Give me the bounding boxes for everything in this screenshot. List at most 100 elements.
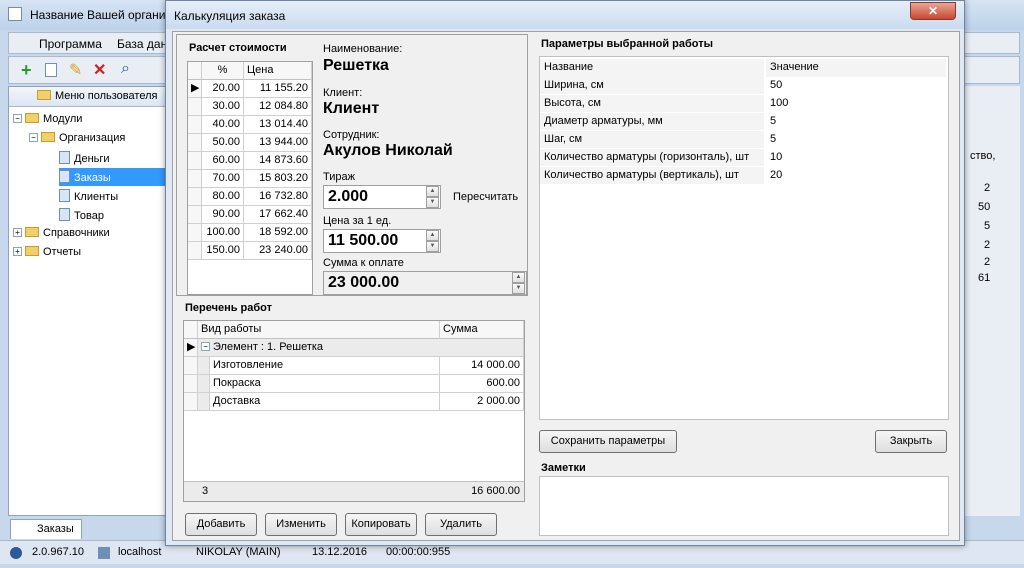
price-cell[interactable]: 13 944.00: [244, 134, 312, 152]
notes-label: Заметки: [541, 462, 586, 474]
name-label: Наименование:: [323, 43, 403, 55]
tree-item-references[interactable]: + Справочники: [13, 227, 110, 239]
menu-database[interactable]: База дан: [117, 37, 167, 51]
add-icon[interactable]: +: [21, 60, 32, 81]
employee-label: Сотрудник:: [323, 129, 380, 141]
percent-cell[interactable]: 60.00: [202, 152, 244, 170]
work-sum-cell[interactable]: 14 000.00: [440, 357, 524, 375]
price-down-icon[interactable]: ▼: [426, 241, 439, 252]
add-button[interactable]: Добавить: [185, 513, 257, 536]
grid-cell: 2: [984, 182, 991, 194]
param-value-cell[interactable]: 10: [766, 149, 886, 167]
percent-cell[interactable]: 90.00: [202, 206, 244, 224]
params-grid: Название Значение Ширина, см 50 Высота, см…: [539, 56, 949, 420]
price-cell[interactable]: 23 240.00: [244, 242, 312, 260]
tab-orders[interactable]: Заказы: [10, 519, 82, 539]
price-cell[interactable]: 11 155.20: [244, 80, 312, 98]
dialog-body: Расчет стоимости % Цена ▶ 20.00 11 155.20 3…: [172, 31, 960, 541]
row-indicator: [188, 206, 202, 224]
recalc-link[interactable]: Пересчитать: [453, 191, 518, 203]
price-cell[interactable]: 13 014.40: [244, 116, 312, 134]
expand-icon[interactable]: +: [13, 228, 22, 237]
price-cell[interactable]: 15 803.20: [244, 170, 312, 188]
price-cell[interactable]: 16 732.80: [244, 188, 312, 206]
grid-cell: 5: [984, 220, 991, 232]
sum-input[interactable]: 23 000.00: [323, 271, 527, 295]
col-price: Цена: [244, 62, 312, 80]
param-value-cell[interactable]: 20: [766, 167, 886, 185]
delete-icon[interactable]: ✕: [93, 60, 106, 80]
folder-icon: [25, 113, 39, 123]
work-type-cell[interactable]: Изготовление: [210, 357, 440, 375]
col-param-name: Название: [540, 59, 764, 77]
percent-cell[interactable]: 80.00: [202, 188, 244, 206]
close-button[interactable]: Закрыть: [875, 430, 947, 453]
percent-cell[interactable]: 40.00: [202, 116, 244, 134]
collapse-icon[interactable]: −: [201, 342, 210, 351]
tree-item-modules[interactable]: − Модули: [13, 113, 82, 125]
tree-item-organization[interactable]: − Организация: [29, 132, 125, 144]
row-indicator: [188, 188, 202, 206]
price-cell[interactable]: 17 662.40: [244, 206, 312, 224]
order-calc-dialog: Калькуляция заказа ✕ Расчет стоимости % …: [165, 0, 965, 546]
qty-input[interactable]: 2.000: [323, 185, 441, 209]
notes-textarea[interactable]: [539, 476, 949, 536]
grid-cell: 61: [978, 272, 991, 284]
price-cell[interactable]: 12 084.80: [244, 98, 312, 116]
sum-down-icon[interactable]: ▼: [512, 283, 525, 294]
save-params-button[interactable]: Сохранить параметры: [539, 430, 677, 453]
client-value: Клиент: [323, 100, 380, 117]
group-row[interactable]: − Элемент : 1. Решетка: [198, 339, 524, 357]
percent-cell[interactable]: 20.00: [202, 80, 244, 98]
work-sum-cell[interactable]: 2 000.00: [440, 393, 524, 411]
menu-program[interactable]: Программа: [39, 37, 102, 51]
price-cell[interactable]: 14 873.60: [244, 152, 312, 170]
tree-item-money[interactable]: Деньги: [59, 151, 110, 165]
tree-item-reports[interactable]: + Отчеты: [13, 246, 81, 258]
percent-cell[interactable]: 50.00: [202, 134, 244, 152]
folder-icon: [25, 227, 39, 237]
param-value-cell[interactable]: 5: [766, 131, 886, 149]
qty-label: Тираж: [323, 171, 355, 183]
sum-up-icon[interactable]: ▲: [512, 272, 525, 283]
edit-button[interactable]: Изменить: [265, 513, 337, 536]
param-value-cell[interactable]: 5: [766, 113, 886, 131]
indent-cell: [198, 393, 210, 411]
status-date: 13.12.2016: [312, 546, 368, 558]
percent-cell[interactable]: 100.00: [202, 224, 244, 242]
row-indicator: [188, 134, 202, 152]
percent-cell[interactable]: 70.00: [202, 170, 244, 188]
param-value-cell[interactable]: 100: [766, 95, 886, 113]
copy-button[interactable]: Копировать: [345, 513, 417, 536]
grid-cell: 2: [984, 239, 991, 251]
param-value-cell[interactable]: 50: [766, 77, 886, 95]
tree-item-orders[interactable]: Заказы: [59, 168, 167, 186]
price-cell[interactable]: 18 592.00: [244, 224, 312, 242]
collapse-icon[interactable]: −: [13, 114, 22, 123]
works-title: Перечень работ: [185, 302, 273, 314]
percent-cell[interactable]: 30.00: [202, 98, 244, 116]
dialog-titlebar: Калькуляция заказа ✕: [166, 1, 964, 29]
qty-up-icon[interactable]: ▲: [426, 186, 439, 197]
work-sum-cell[interactable]: 600.00: [440, 375, 524, 393]
work-type-cell[interactable]: Покраска: [210, 375, 440, 393]
copy-icon[interactable]: [45, 63, 57, 77]
row-indicator: [188, 116, 202, 134]
table-icon: [59, 189, 70, 202]
expand-icon[interactable]: +: [13, 247, 22, 256]
price-up-icon[interactable]: ▲: [426, 230, 439, 241]
price-input[interactable]: 11 500.00: [323, 229, 441, 253]
search-icon[interactable]: ⌕: [121, 60, 130, 78]
work-type-cell[interactable]: Доставка: [210, 393, 440, 411]
close-icon[interactable]: ✕: [910, 2, 956, 20]
percent-cell[interactable]: 150.00: [202, 242, 244, 260]
status-time: 00:00:00:955: [386, 546, 451, 558]
collapse-icon[interactable]: −: [29, 133, 38, 142]
tree-item-goods[interactable]: Товар: [59, 208, 104, 222]
tree-item-clients[interactable]: Клиенты: [59, 189, 118, 203]
edit-icon[interactable]: ✎: [69, 60, 82, 80]
calc-panel: Расчет стоимости % Цена ▶ 20.00 11 155.20 3…: [176, 34, 528, 296]
delete-button[interactable]: Удалить: [425, 513, 497, 536]
grid-cell: 2: [984, 256, 991, 268]
qty-down-icon[interactable]: ▼: [426, 197, 439, 208]
